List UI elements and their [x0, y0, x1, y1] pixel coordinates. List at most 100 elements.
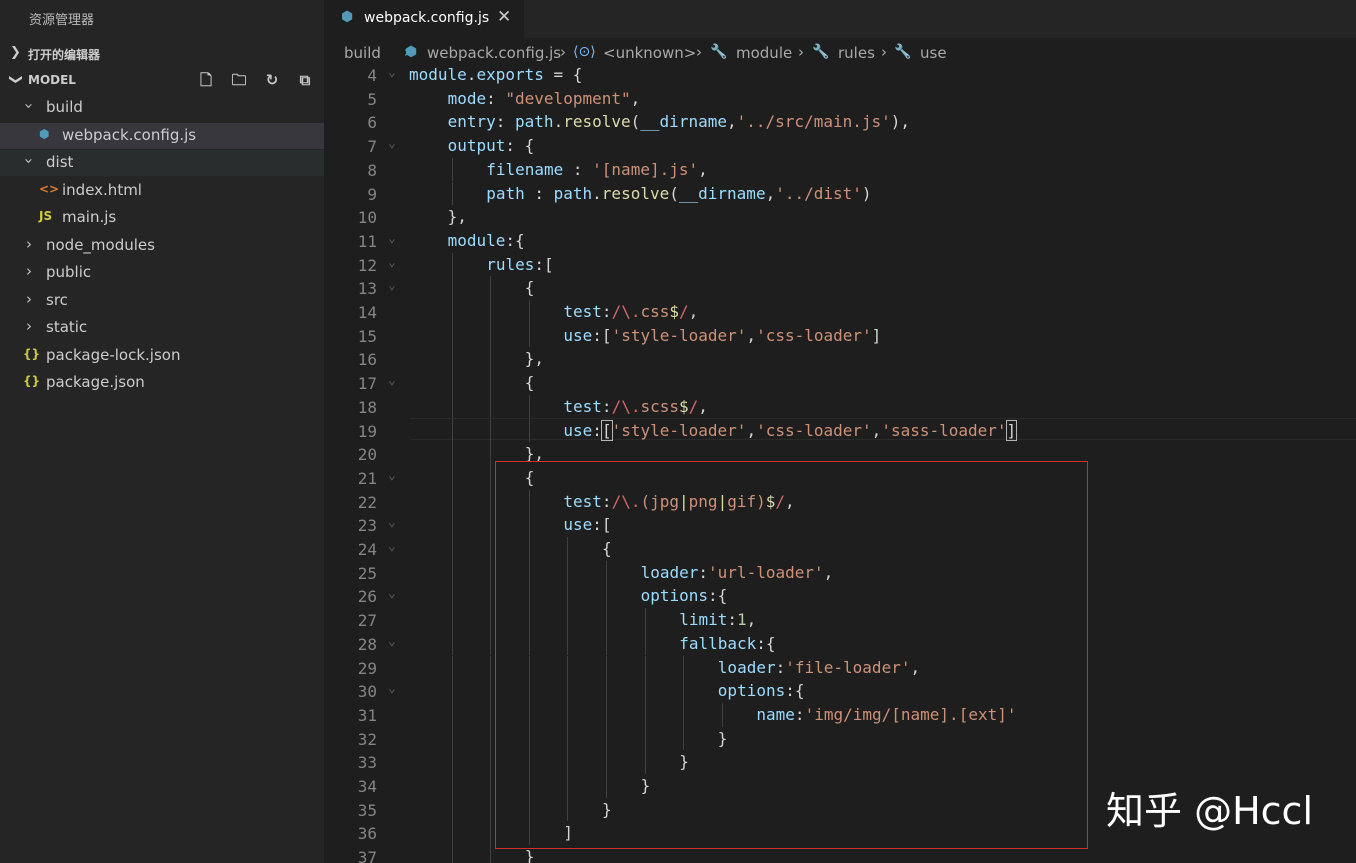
- fold-chevron-icon[interactable]: ⌄: [388, 255, 396, 270]
- code-token: ,: [688, 302, 699, 321]
- code-line: 19 use:['style-loader','css-loader','sass…: [324, 419, 1356, 443]
- line-number: 15: [357, 326, 377, 346]
- code-token: scss: [640, 396, 679, 416]
- tab-webpack-config[interactable]: ⬢ webpack.config.js ✕: [324, 0, 524, 38]
- code-text: test:/\.css$/,: [563, 302, 698, 321]
- code-token: :[: [534, 254, 554, 274]
- tree-item[interactable]: › dist: [0, 150, 324, 176]
- code-token: /\.: [611, 302, 641, 321]
- fold-chevron-icon[interactable]: ⌄: [388, 136, 396, 151]
- code-text: filename : '[name].js',: [486, 160, 708, 179]
- code-token: ]: [871, 325, 882, 345]
- code-token: $: [679, 396, 689, 416]
- chevron-right-icon: ›: [881, 43, 887, 61]
- line-number: 35: [357, 800, 377, 820]
- breadcrumb-use[interactable]: use: [920, 44, 947, 62]
- fold-chevron-icon[interactable]: ⌄: [388, 468, 396, 483]
- code-token: .: [466, 66, 477, 84]
- new-folder-icon[interactable]: 🗀: [228, 70, 250, 95]
- code-line: 11 ⌄ module:{: [324, 229, 1356, 253]
- code-text: entry: path.resolve(__dirname,'../src/ma…: [448, 112, 910, 131]
- code-token: :{: [505, 230, 525, 250]
- line-number: 34: [357, 777, 377, 796]
- workspace-section[interactable]: ❯ MODEL 🗋 🗀 ↻ ⧉: [0, 67, 324, 94]
- code-token: /: [688, 396, 699, 416]
- line-number: 25: [357, 563, 377, 583]
- line-number: 33: [357, 753, 377, 773]
- fold-chevron-icon[interactable]: ⌄: [388, 231, 396, 246]
- code-token: test: [563, 396, 602, 416]
- code-line: 9 path : path.resolve(__dirname,'../dist'…: [324, 182, 1356, 206]
- code-line: 4 ⌄ module.exports = {: [324, 66, 1356, 87]
- code-token: : {: [505, 136, 535, 156]
- collapse-all-icon[interactable]: ⧉: [294, 71, 316, 89]
- tree-item[interactable]: <> index.html: [0, 178, 324, 204]
- code-line: 12 ⌄ rules:[: [324, 253, 1356, 277]
- code-token: ,: [871, 420, 882, 440]
- tree-item[interactable]: › public: [0, 260, 324, 286]
- code-token: resolve: [601, 183, 670, 203]
- javascript-file-icon: JS: [39, 209, 53, 223]
- tree-item[interactable]: {} package-lock.json: [0, 343, 324, 369]
- tree-item[interactable]: › node_modules: [0, 233, 324, 259]
- code-token: },: [447, 207, 467, 227]
- line-number: 31: [357, 705, 377, 725]
- code-text: {: [525, 278, 535, 297]
- fold-chevron-icon[interactable]: ⌄: [388, 373, 396, 388]
- tree-item[interactable]: JS main.js: [0, 205, 324, 231]
- fold-chevron-icon[interactable]: ⌄: [388, 278, 396, 293]
- breadcrumb-unknown[interactable]: <unknown>: [603, 44, 696, 62]
- fold-chevron-icon[interactable]: ⌄: [388, 515, 396, 530]
- explorer-toolbar: 🗋 🗀 ↻ ⧉: [184, 70, 316, 95]
- breadcrumb-rules[interactable]: rules: [838, 44, 875, 62]
- code-text: use:['style-loader','css-loader','sass-l…: [563, 419, 1018, 441]
- tree-item[interactable]: › build: [0, 95, 324, 121]
- breadcrumb-build[interactable]: build: [344, 44, 381, 62]
- code-token: /\.: [611, 396, 641, 416]
- line-number: 37: [357, 848, 377, 863]
- code-text: },: [525, 349, 544, 368]
- breadcrumb-file[interactable]: webpack.config.js: [427, 44, 561, 62]
- new-file-icon[interactable]: 🗋: [195, 70, 217, 95]
- code-token: module: [447, 230, 506, 250]
- breadcrumb-module[interactable]: module: [736, 44, 792, 62]
- close-icon[interactable]: ✕: [497, 7, 511, 27]
- code-text: module:{: [448, 231, 525, 250]
- code-line: 14 test:/\.css$/,: [324, 300, 1356, 324]
- code-token: (: [630, 112, 641, 132]
- code-token: 'sass-loader': [881, 420, 1007, 440]
- tree-item[interactable]: {} package.json: [0, 370, 324, 396]
- code-token: test: [563, 302, 602, 321]
- code-text: test:/\.scss$/,: [563, 397, 708, 416]
- open-editors-section[interactable]: ❯ 打开的编辑器: [0, 40, 324, 67]
- code-token: [: [600, 419, 613, 441]
- tree-item-label: package-lock.json: [46, 345, 181, 364]
- tree-item-label: webpack.config.js: [62, 125, 197, 144]
- code-text: {: [525, 373, 535, 392]
- code-token: module: [409, 66, 467, 84]
- tree-item[interactable]: › static: [0, 315, 324, 341]
- code-line: 16},: [324, 347, 1356, 371]
- tree-item[interactable]: › src: [0, 288, 324, 314]
- fold-chevron-icon[interactable]: ⌄: [388, 681, 396, 696]
- code-token: {: [524, 278, 535, 298]
- code-token: ),: [890, 112, 911, 132]
- line-number: 27: [357, 611, 377, 631]
- json-file-icon: {}: [23, 374, 41, 388]
- code-text: output: {: [448, 136, 535, 155]
- fold-chevron-icon[interactable]: ⌄: [388, 634, 396, 649]
- code-token: ,: [765, 183, 776, 203]
- fold-chevron-icon[interactable]: ⌄: [388, 586, 396, 601]
- fold-chevron-icon[interactable]: ⌄: [388, 66, 396, 80]
- code-token: path: [486, 183, 525, 203]
- line-number: 23: [357, 516, 377, 536]
- line-number: 9: [367, 184, 377, 204]
- chevron-right-icon: ❯: [10, 45, 21, 60]
- code-token: path: [553, 183, 593, 203]
- fold-chevron-icon[interactable]: ⌄: [388, 539, 396, 554]
- refresh-icon[interactable]: ↻: [261, 71, 283, 89]
- code-token: .: [553, 112, 564, 132]
- code-token: resolve: [563, 112, 631, 132]
- html-file-icon: <>: [39, 181, 60, 196]
- tree-item[interactable]: ⬢ webpack.config.js: [0, 122, 324, 149]
